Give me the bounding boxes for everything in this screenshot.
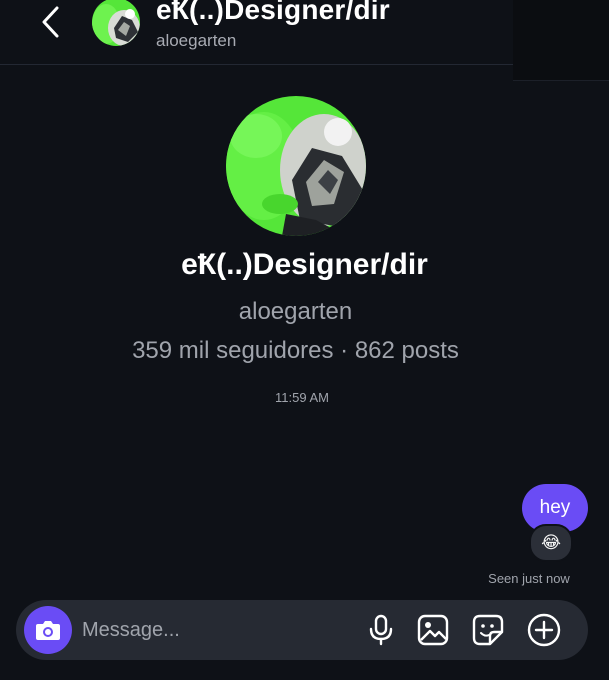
microphone-icon bbox=[369, 614, 393, 646]
plus-circle-icon bbox=[527, 613, 561, 647]
header-display-name[interactable]: eҞ(..)Designer/dir bbox=[156, 0, 390, 26]
laughing-emoji-reaction[interactable]: 😂 bbox=[529, 524, 573, 562]
profile-stats: 359 mil seguidores · 862 posts bbox=[132, 337, 459, 364]
header-divider-area bbox=[513, 0, 609, 81]
camera-button[interactable] bbox=[24, 606, 72, 654]
sticker-button[interactable] bbox=[470, 612, 506, 648]
sticker-icon bbox=[472, 614, 504, 646]
more-options-button[interactable] bbox=[526, 612, 562, 648]
camera-icon bbox=[36, 621, 60, 640]
message-timestamp: 11:59 AM bbox=[275, 390, 329, 405]
header-avatar[interactable] bbox=[92, 0, 140, 46]
microphone-button[interactable] bbox=[363, 612, 399, 648]
thread-header: eҞ(..)Designer/dir aloegarten bbox=[0, 0, 513, 65]
profile-display-name: eҞ(..)Designer/dir bbox=[181, 248, 428, 281]
chevron-left-icon bbox=[42, 6, 59, 38]
profile-avatar[interactable] bbox=[226, 96, 366, 236]
profile-username: aloegarten bbox=[238, 298, 353, 325]
back-button[interactable] bbox=[34, 4, 66, 40]
gallery-icon bbox=[417, 614, 449, 646]
header-username[interactable]: aloegarten bbox=[156, 31, 236, 51]
seen-status: Seen just now bbox=[488, 571, 570, 586]
message-composer bbox=[16, 600, 588, 660]
dm-thread-screen: eҞ(..)Designer/dir aloegarten eҞ(..)Desi… bbox=[0, 0, 609, 680]
message-input[interactable] bbox=[82, 610, 352, 650]
gallery-button[interactable] bbox=[415, 612, 451, 648]
